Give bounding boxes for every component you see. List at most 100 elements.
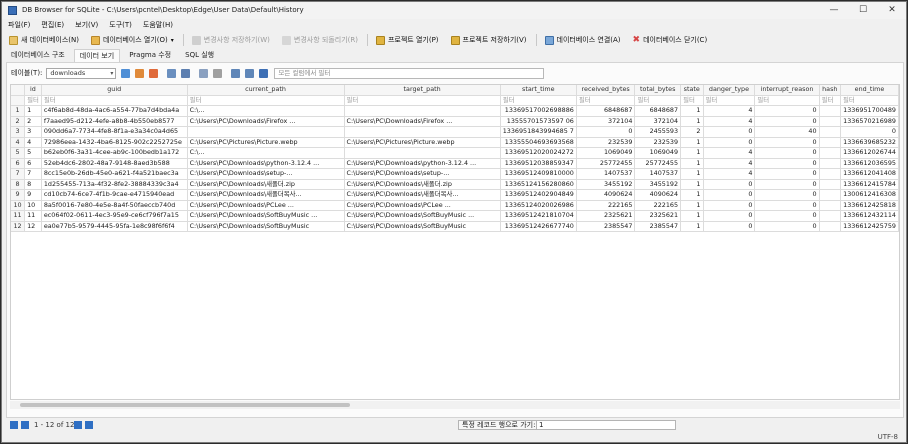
table-cell[interactable]: 0 <box>754 147 820 159</box>
table-cell[interactable]: 0 <box>703 126 756 138</box>
table-cell[interactable]: ec064f02-0611-4ec3-95e9-ce6cf796f7a15 <box>41 210 188 222</box>
close-button[interactable]: ✕ <box>878 2 906 19</box>
column-filter-received-bytes[interactable]: 필터 <box>576 95 636 107</box>
table-cell[interactable] <box>819 126 842 138</box>
close-database-button[interactable]: ✖ 데이터베이스 닫기(C) <box>630 33 711 47</box>
table-cell[interactable]: 1336612432114 <box>840 210 899 222</box>
table-cell[interactable]: 1336612026744 <box>840 147 899 159</box>
table-cell[interactable] <box>819 210 842 222</box>
menu-file[interactable]: 파일(F) <box>8 19 30 31</box>
column-filter-id[interactable]: 필터 <box>24 95 42 107</box>
table-cell[interactable]: 13369512421810704 <box>500 210 577 222</box>
column-header-start-time[interactable]: start_time <box>500 85 577 96</box>
table-cell[interactable]: C:\Users\PC\Downloads\Firefox ... <box>344 116 501 128</box>
table-cell[interactable]: 8a5f0016-7e80-4e5e-8a4f-50faeccb740d <box>41 200 188 212</box>
print-icon[interactable] <box>181 68 191 78</box>
table-cell[interactable]: 1336612425759 <box>840 221 899 233</box>
table-cell[interactable]: 1407537 <box>634 168 682 180</box>
table-cell[interactable]: 2 <box>24 116 42 128</box>
global-filter-input[interactable]: 모든 컬럼에서 필터 <box>274 67 545 79</box>
row-number[interactable]: 6 <box>11 158 26 170</box>
filter-icon[interactable] <box>259 68 269 78</box>
clear-filters-icon[interactable] <box>135 68 145 78</box>
next-page-icon[interactable] <box>74 421 82 429</box>
table-cell[interactable]: 1069049 <box>576 147 636 159</box>
table-cell[interactable]: C:\... <box>187 147 345 159</box>
revert-changes-button[interactable]: 변경사항 되돌리기(R) <box>279 33 361 47</box>
table-cell[interactable]: ea0e77b5-9579-4445-95fa-1e8c98f6f6f4 <box>41 221 188 233</box>
tab-database-structure[interactable]: 데이터베이스 구조 <box>6 49 70 62</box>
tab-execute-sql[interactable]: SQL 실행 <box>180 49 219 62</box>
table-cell[interactable]: 11 <box>24 210 42 222</box>
table-cell[interactable]: 2385547 <box>576 221 636 233</box>
table-cell[interactable]: 13365124156280860 <box>500 179 577 191</box>
row-number[interactable]: 4 <box>11 137 26 149</box>
table-cell[interactable]: 1d255455-713a-4f32-8fe2-38884339c3a4 <box>41 179 188 191</box>
table-row[interactable]: 4 4 72986eea-1432-4ba6-8125-902c2252725e C:… <box>11 137 899 149</box>
column-filter-guid[interactable]: 필터 <box>41 95 188 107</box>
table-cell[interactable] <box>344 126 501 138</box>
row-number[interactable]: 11 <box>11 210 26 222</box>
table-cell[interactable]: C:\Users\PC\Downloads\setup-... <box>187 168 345 180</box>
table-cell[interactable]: 1300612416308 <box>840 189 899 201</box>
table-cell[interactable]: C:\Users\PC\Downloads\PCLee ... <box>187 200 345 212</box>
table-cell[interactable]: 72986eea-1432-4ba6-8125-902c2252725e <box>41 137 188 149</box>
table-cell[interactable]: 1 <box>680 189 704 201</box>
table-cell[interactable]: 1 <box>680 210 704 222</box>
column-header-target-path[interactable]: target_path <box>344 85 501 96</box>
column-header-end-time[interactable]: end_time <box>840 85 899 96</box>
table-cell[interactable]: 4 <box>24 137 42 149</box>
table-cell[interactable]: 0 <box>754 179 820 191</box>
table-cell[interactable]: C:\Users\PC\Downloads\SoftBuyMusic <box>344 221 501 233</box>
column-header-hash[interactable]: hash <box>819 85 842 96</box>
table-cell[interactable]: C:\Users\PC\Downloads\새폴더.zip <box>344 179 501 191</box>
column-header-received-bytes[interactable]: received_bytes <box>576 85 636 96</box>
save-project-button[interactable]: 프로젝트 저장하기(V) <box>448 33 530 47</box>
column-header-total-bytes[interactable]: total_bytes <box>634 85 682 96</box>
table-cell[interactable]: 4090624 <box>634 189 682 201</box>
table-cell[interactable]: 1 <box>680 137 704 149</box>
table-cell[interactable] <box>819 158 842 170</box>
table-cell[interactable]: 9 <box>24 189 42 201</box>
table-cell[interactable]: 5 <box>24 147 42 159</box>
table-cell[interactable] <box>344 147 501 159</box>
table-cell[interactable]: 0 <box>754 168 820 180</box>
column-filter-hash[interactable]: 필터 <box>819 95 842 107</box>
table-cell[interactable]: 13369517002698886 <box>500 105 577 117</box>
table-cell[interactable]: 25772455 <box>576 158 636 170</box>
table-cell[interactable]: 232539 <box>634 137 682 149</box>
table-row[interactable]: 5 5 b62eb0f6-3a31-4cee-ab9c-100bedb1a172 C:… <box>11 147 899 159</box>
scrollbar-thumb[interactable] <box>20 403 350 407</box>
table-cell[interactable] <box>819 147 842 159</box>
row-number[interactable]: 9 <box>11 189 26 201</box>
find-icon[interactable] <box>231 68 241 78</box>
table-cell[interactable] <box>819 168 842 180</box>
column-header-danger-type[interactable]: danger_type <box>703 85 756 96</box>
table-cell[interactable]: 232539 <box>576 137 636 149</box>
table-cell[interactable]: C:\Users\PC\Downloads\SoftBuyMusic ... <box>344 210 501 222</box>
column-header-guid[interactable]: guid <box>41 85 188 96</box>
table-cell[interactable] <box>819 137 842 149</box>
table-cell[interactable] <box>187 126 345 138</box>
table-cell[interactable]: 1336639685232 <box>840 137 899 149</box>
menu-help[interactable]: 도움말(H) <box>143 19 173 31</box>
minimize-button[interactable]: — <box>820 2 848 19</box>
write-changes-button[interactable]: 변경사항 저장하기(W) <box>189 33 273 47</box>
column-header-state[interactable]: state <box>680 85 704 96</box>
table-cell[interactable]: 13369512426677740 <box>500 221 577 233</box>
table-cell[interactable]: 1 <box>680 105 704 117</box>
row-number[interactable]: 10 <box>11 200 26 212</box>
table-cell[interactable]: 372104 <box>576 116 636 128</box>
last-page-icon[interactable] <box>85 421 93 429</box>
table-cell[interactable]: 1407537 <box>576 168 636 180</box>
table-cell[interactable]: 4 <box>703 147 756 159</box>
column-header-interrupt-reason[interactable]: interrupt_reason <box>754 85 820 96</box>
table-row[interactable]: 7 7 8cc15e0b-26db-45e0-a621-f4a521baec3a C:… <box>11 168 899 180</box>
table-cell[interactable]: 6848687 <box>576 105 636 117</box>
table-row[interactable]: 10 10 8a5f0016-7e80-4e5e-8a4f-50faeccb740d… <box>11 200 899 212</box>
clear-sort-icon[interactable] <box>149 68 159 78</box>
goto-record-input[interactable]: 1 <box>536 420 676 430</box>
replace-icon[interactable] <box>245 68 255 78</box>
table-cell[interactable]: 1 <box>680 158 704 170</box>
menu-edit[interactable]: 편집(E) <box>41 19 64 31</box>
